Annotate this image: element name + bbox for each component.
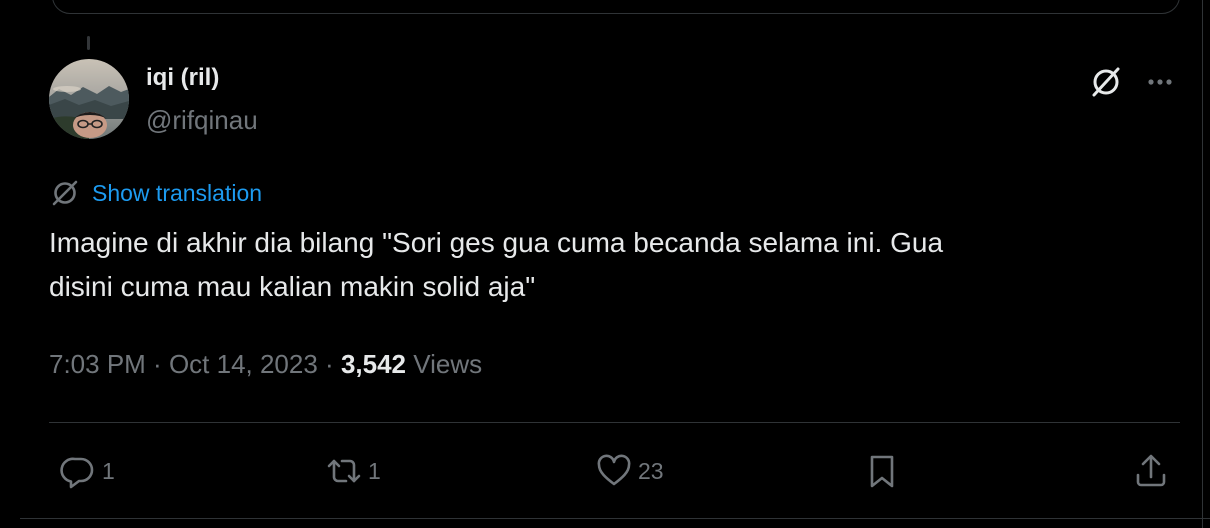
tweet-time[interactable]: 7:03 PM [49, 349, 146, 379]
share-icon [1136, 454, 1166, 487]
repost-icon [327, 459, 361, 483]
author-display-name[interactable]: iqi (ril) [146, 64, 219, 92]
tweet-date[interactable]: Oct 14, 2023 [169, 349, 318, 379]
translation-row: Show translation [48, 176, 262, 210]
reply-count: 1 [102, 457, 115, 484]
meta-separator: · [317, 349, 341, 379]
reply-icon [60, 457, 94, 489]
like-count: 23 [638, 457, 664, 484]
bookmark-icon [870, 455, 894, 488]
reply-button[interactable]: 1 [58, 449, 115, 493]
share-button[interactable] [1131, 449, 1171, 493]
views-label: Views [413, 349, 483, 379]
more-icon[interactable] [1140, 62, 1180, 102]
like-button[interactable]: 23 [594, 449, 664, 493]
show-translation-link[interactable]: Show translation [92, 180, 262, 207]
tweet-meta: 7:03 PM · Oct 14, 2023 · 3,542 Views [49, 349, 482, 380]
tweet-text: Imagine di akhir dia bilang "Sori ges gu… [49, 221, 1169, 309]
author-handle[interactable]: @rifqinau [146, 105, 258, 136]
repost-button[interactable]: 1 [324, 449, 381, 493]
grok-slash-icon[interactable] [1086, 62, 1126, 102]
quoted-card-edge [52, 0, 1180, 14]
avatar[interactable] [49, 59, 129, 139]
right-border [1202, 0, 1203, 528]
thread-connector-line [87, 36, 90, 50]
meta-separator: · [145, 349, 169, 379]
tweet-text-line: disini cuma mau kalian makin solid aja" [49, 271, 536, 302]
repost-count: 1 [368, 457, 381, 484]
like-icon [597, 454, 631, 486]
bookmark-button[interactable] [862, 449, 902, 493]
divider [49, 422, 1180, 423]
views-count: 3,542 [340, 349, 407, 379]
translate-icon [48, 176, 82, 210]
tweet-text-line: Imagine di akhir dia bilang "Sori ges gu… [49, 227, 944, 258]
bottom-border [20, 518, 1210, 519]
